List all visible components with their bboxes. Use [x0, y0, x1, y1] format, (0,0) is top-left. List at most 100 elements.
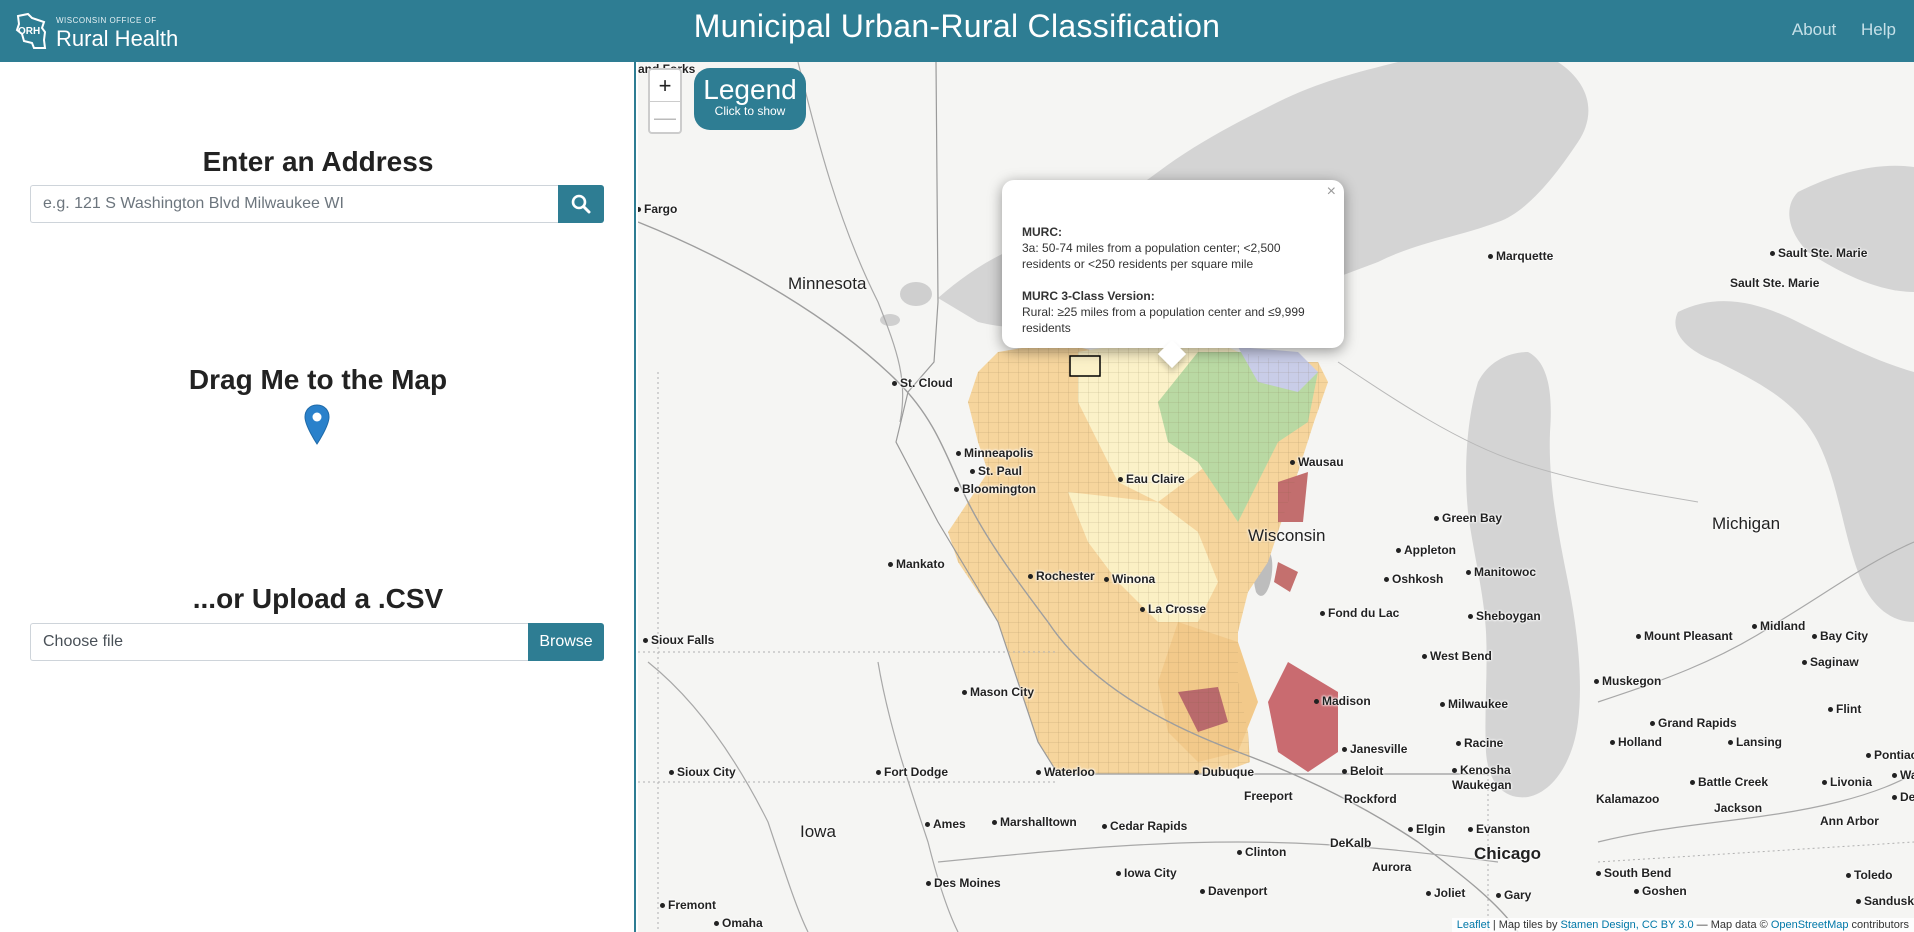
- city-label: Des Moines: [926, 876, 1001, 890]
- city-label: Manitowoc: [1466, 565, 1536, 579]
- city-label: Sioux Falls: [642, 633, 715, 647]
- map[interactable]: Minnesota Wisconsin Michigan Iowa Fargo …: [638, 62, 1914, 932]
- city-label: DeKalb: [1330, 836, 1372, 850]
- city-label: Beloit: [1341, 764, 1384, 778]
- state-label-michigan: Michigan: [1712, 514, 1781, 533]
- city-label: Sioux City: [669, 765, 736, 779]
- city-label: Grand Rapids: [1650, 716, 1737, 730]
- city-label: Ames: [925, 817, 966, 831]
- city-label: Cedar Rapids: [1101, 819, 1188, 833]
- city-label: Fort Dodge: [876, 765, 948, 779]
- city-label: Muskegon: [1593, 674, 1662, 688]
- csv-upload-group: Choose file Browse: [30, 623, 604, 661]
- city-label: Waukegan: [1452, 778, 1512, 792]
- drag-heading: Drag Me to the Map: [188, 364, 448, 395]
- city-label: Fond du Lac: [1319, 606, 1400, 620]
- stamen-link[interactable]: Stamen Design, CC BY 3.0: [1561, 919, 1694, 931]
- address-search-group: [30, 185, 604, 223]
- browse-button[interactable]: Browse: [528, 623, 604, 661]
- city-label: Toledo: [1845, 868, 1893, 882]
- city-label: Flint: [1827, 702, 1862, 716]
- upload-heading: ...or Upload a .CSV: [192, 583, 444, 614]
- city-label: Jackson: [1714, 801, 1763, 815]
- city-label: Holland: [1610, 735, 1662, 749]
- file-input[interactable]: Choose file: [30, 623, 528, 661]
- city-label: Battle Creek: [1689, 775, 1769, 789]
- murc-value: 3a: 50-74 miles from a population center…: [1022, 241, 1281, 271]
- city-label: Sandusky: [1856, 894, 1914, 908]
- city-label: Ann Arbor: [1820, 814, 1879, 828]
- nav-link-help[interactable]: Help: [1861, 20, 1896, 39]
- search-icon: [571, 194, 591, 214]
- city-label: Mankato: [888, 557, 945, 571]
- map-pin-icon[interactable]: [303, 404, 331, 446]
- murc-label: MURC:: [1022, 225, 1062, 239]
- attribution-text: contributors: [1848, 919, 1909, 931]
- city-label: Midland: [1751, 619, 1806, 633]
- city-label: Aurora: [1372, 860, 1412, 874]
- state-label-wisconsin: Wisconsin: [1248, 526, 1326, 545]
- city-label: Sault Ste. Marie: [1730, 276, 1820, 290]
- city-label: Marquette: [1487, 249, 1554, 263]
- murc3-label: MURC 3-Class Version:: [1022, 289, 1155, 303]
- city-label: Bloomington: [954, 482, 1036, 496]
- city-label: Rockford: [1344, 792, 1397, 806]
- city-label: Elgin: [1407, 822, 1446, 836]
- legend-subtitle: Click to show: [714, 104, 786, 118]
- city-label: Evanston: [1467, 822, 1531, 836]
- city-label: Gary: [1495, 888, 1532, 902]
- city-label: Freeport: [1244, 789, 1293, 803]
- city-label: Fremont: [660, 898, 716, 912]
- page-title: Municipal Urban-Rural Classification: [693, 8, 1221, 44]
- legend-button[interactable]: Legend Click to show: [694, 68, 806, 130]
- city-label: Janesville: [1341, 742, 1408, 756]
- state-label-minnesota: Minnesota: [788, 274, 867, 293]
- city-label: La Crosse: [1139, 602, 1207, 616]
- city-label: Bay City: [1811, 629, 1869, 643]
- city-label: Sheboygan: [1468, 609, 1541, 623]
- city-label: Marshalltown: [992, 815, 1077, 829]
- city-label: Sault Ste. Marie: [1769, 246, 1868, 260]
- city-label: Winona: [1103, 572, 1156, 586]
- state-label-iowa: Iowa: [800, 822, 836, 841]
- navbar: ORH WISCONSIN OFFICE OF Rural Health Mun…: [0, 0, 1914, 62]
- city-label: Racine: [1455, 736, 1504, 750]
- city-label: Appleton: [1396, 543, 1456, 557]
- city-label: Omaha: [714, 916, 763, 930]
- city-label: Mason City: [961, 685, 1035, 699]
- zoom-control: + —: [648, 68, 682, 134]
- city-label: Mount Pleasant: [1636, 629, 1733, 643]
- city-label: Clinton: [1236, 845, 1287, 859]
- city-label: Pontiac: [1865, 748, 1914, 762]
- search-button[interactable]: [558, 185, 604, 223]
- city-label: Wa: [1892, 768, 1914, 782]
- city-label: Kenosha: [1452, 763, 1511, 777]
- zoom-in-button[interactable]: +: [650, 70, 680, 101]
- popup-close-icon[interactable]: ×: [1327, 184, 1336, 200]
- attribution-text: — Map data ©: [1693, 919, 1771, 931]
- city-label: Dubuque: [1194, 765, 1254, 779]
- osm-link[interactable]: OpenStreetMap: [1771, 919, 1849, 931]
- city-label: Joliet: [1425, 886, 1466, 900]
- address-input[interactable]: [30, 185, 558, 223]
- city-label: Detr: [1891, 790, 1914, 804]
- murc3-value: Rural: ≥25 miles from a population cente…: [1022, 305, 1305, 335]
- city-label: Eau Claire: [1118, 472, 1185, 486]
- city-label: Fargo: [638, 202, 678, 216]
- city-label: Waterloo: [1036, 765, 1095, 779]
- city-label: South Bend: [1595, 866, 1672, 880]
- city-label: Saginaw: [1802, 655, 1859, 669]
- city-label: Iowa City: [1116, 866, 1177, 880]
- city-label: St. Cloud: [892, 376, 953, 390]
- nav-links: About Help: [1772, 20, 1896, 40]
- zoom-out-button[interactable]: —: [650, 101, 680, 132]
- city-label: Green Bay: [1433, 511, 1503, 525]
- city-label: Lansing: [1727, 735, 1783, 749]
- attribution-text: | Map tiles by: [1489, 919, 1561, 931]
- nav-link-about[interactable]: About: [1792, 20, 1836, 39]
- city-label: Madison: [1314, 694, 1371, 708]
- city-label: West Bend: [1422, 649, 1492, 663]
- leaflet-link[interactable]: Leaflet: [1457, 919, 1490, 931]
- city-label: Rochester: [1028, 569, 1095, 583]
- city-label: Goshen: [1634, 884, 1687, 898]
